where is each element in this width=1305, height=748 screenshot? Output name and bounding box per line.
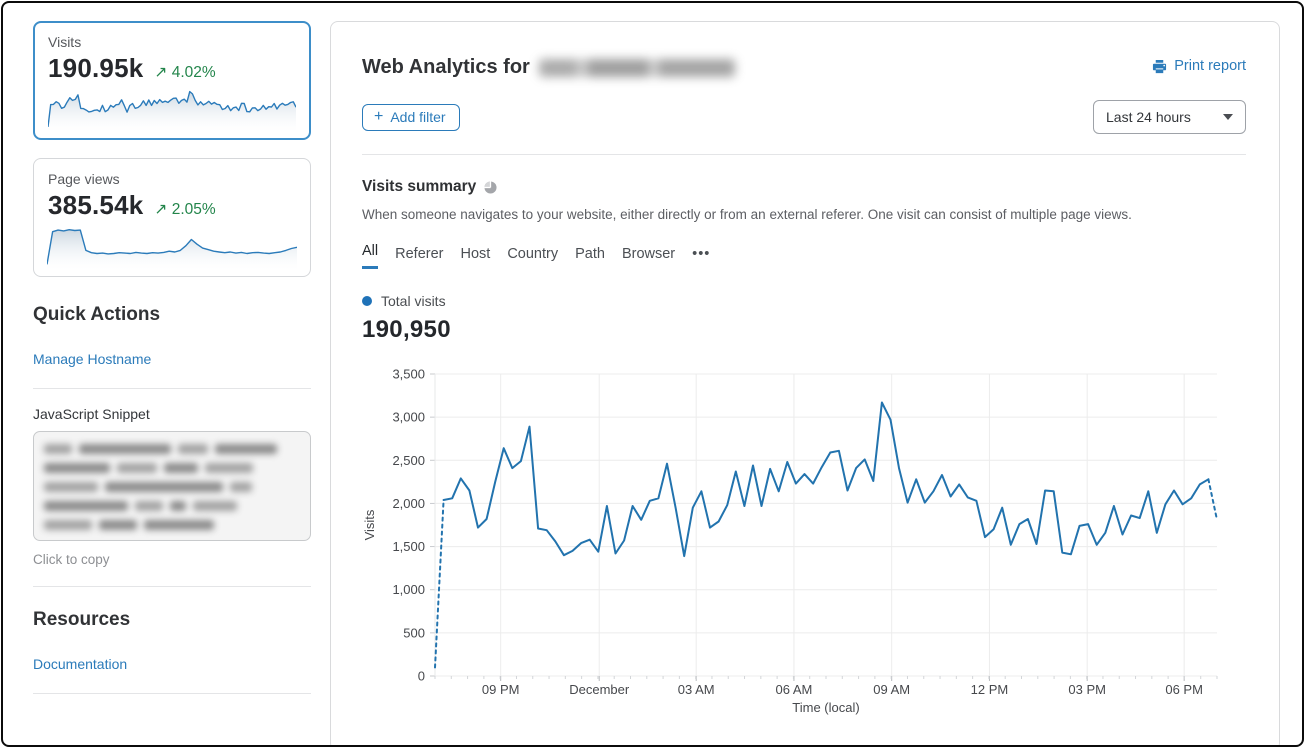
app-window: Visits 190.95k ↗ 4.02% Page views 385.54… [1, 1, 1304, 747]
sidebar: Visits 190.95k ↗ 4.02% Page views 385.54… [3, 3, 330, 745]
svg-text:06 AM: 06 AM [776, 682, 813, 697]
svg-text:3,500: 3,500 [392, 367, 425, 382]
total-visits-value: 190,950 [362, 316, 1246, 344]
add-filter-button[interactable]: + Add filter [362, 104, 460, 131]
trend-up-icon: ↗ [154, 64, 167, 81]
svg-text:500: 500 [403, 625, 425, 640]
report-header: Web Analytics for Print report + Add fil… [362, 22, 1246, 155]
tab-path[interactable]: Path [575, 246, 605, 269]
legend-label: Total visits [381, 293, 446, 309]
tab-country[interactable]: Country [507, 246, 558, 269]
documentation-link[interactable]: Documentation [33, 656, 127, 672]
legend-dot-icon [362, 296, 372, 306]
javascript-snippet-label: JavaScript Snippet [33, 406, 311, 422]
divider [33, 388, 311, 389]
visits-summary-description: When someone navigates to your website, … [362, 207, 1246, 222]
divider [33, 586, 311, 587]
manage-hostname-link[interactable]: Manage Hostname [33, 351, 151, 367]
svg-text:2,500: 2,500 [392, 453, 425, 468]
svg-text:09 AM: 09 AM [873, 682, 910, 697]
time-range-value: Last 24 hours [1106, 109, 1191, 125]
redacted-snippet-blur [44, 444, 300, 530]
divider [33, 693, 311, 694]
trend-up-icon: ↗ [154, 201, 167, 218]
svg-text:03 AM: 03 AM [678, 682, 715, 697]
redacted-domain-blur [539, 59, 735, 77]
visits-summary-section: Visits summary When someone navigates to… [362, 155, 1246, 717]
chevron-down-icon [1223, 114, 1233, 120]
metric-value: 385.54k [48, 190, 143, 221]
metric-label: Page views [48, 171, 296, 187]
visits-sparkline [48, 86, 296, 132]
time-range-dropdown[interactable]: Last 24 hours [1093, 100, 1246, 134]
quick-actions-title: Quick Actions [33, 304, 311, 326]
tab-referer[interactable]: Referer [395, 246, 443, 269]
main-panel: Web Analytics for Print report + Add fil… [330, 21, 1280, 747]
svg-text:1,500: 1,500 [392, 539, 425, 554]
svg-text:1,000: 1,000 [392, 582, 425, 597]
svg-text:06 PM: 06 PM [1165, 682, 1203, 697]
tab-more[interactable]: ••• [692, 246, 710, 269]
svg-text:0: 0 [418, 669, 425, 684]
svg-text:03 PM: 03 PM [1068, 682, 1106, 697]
pie-chart-help-icon[interactable] [484, 181, 497, 194]
visits-summary-title: Visits summary [362, 178, 476, 196]
visits-line-chart[interactable]: 0 500 1,000 1,500 2,000 2,500 3,000 3,500 09 PM D… [362, 357, 1246, 717]
tab-browser[interactable]: Browser [622, 246, 675, 269]
dimension-tabs: All Referer Host Country Path Browser ••• [362, 243, 1246, 269]
plus-icon: + [374, 109, 383, 125]
metric-delta: ↗ 4.02% [154, 63, 215, 82]
svg-text:12 PM: 12 PM [971, 682, 1009, 697]
click-to-copy-hint: Click to copy [33, 552, 311, 567]
svg-text:2,000: 2,000 [392, 496, 425, 511]
resources-title: Resources [33, 609, 311, 631]
metric-delta: ↗ 2.05% [154, 200, 215, 219]
svg-text:Time (local): Time (local) [792, 700, 859, 715]
metric-label: Visits [48, 34, 296, 50]
svg-text:December: December [569, 682, 630, 697]
svg-text:Visits: Visits [362, 509, 377, 540]
metric-value: 190.95k [48, 53, 143, 84]
chart-legend: Total visits [362, 293, 1246, 309]
print-report-button[interactable]: Print report [1152, 58, 1246, 74]
svg-text:09 PM: 09 PM [482, 682, 520, 697]
svg-text:3,000: 3,000 [392, 410, 425, 425]
metric-card-visits[interactable]: Visits 190.95k ↗ 4.02% [33, 21, 311, 140]
javascript-snippet-box[interactable] [33, 431, 311, 541]
tab-all[interactable]: All [362, 243, 378, 269]
tab-host[interactable]: Host [460, 246, 490, 269]
printer-icon [1152, 59, 1167, 74]
metric-card-page-views[interactable]: Page views 385.54k ↗ 2.05% [33, 158, 311, 277]
page-views-sparkline [47, 224, 297, 270]
page-title: Web Analytics for [362, 56, 530, 79]
